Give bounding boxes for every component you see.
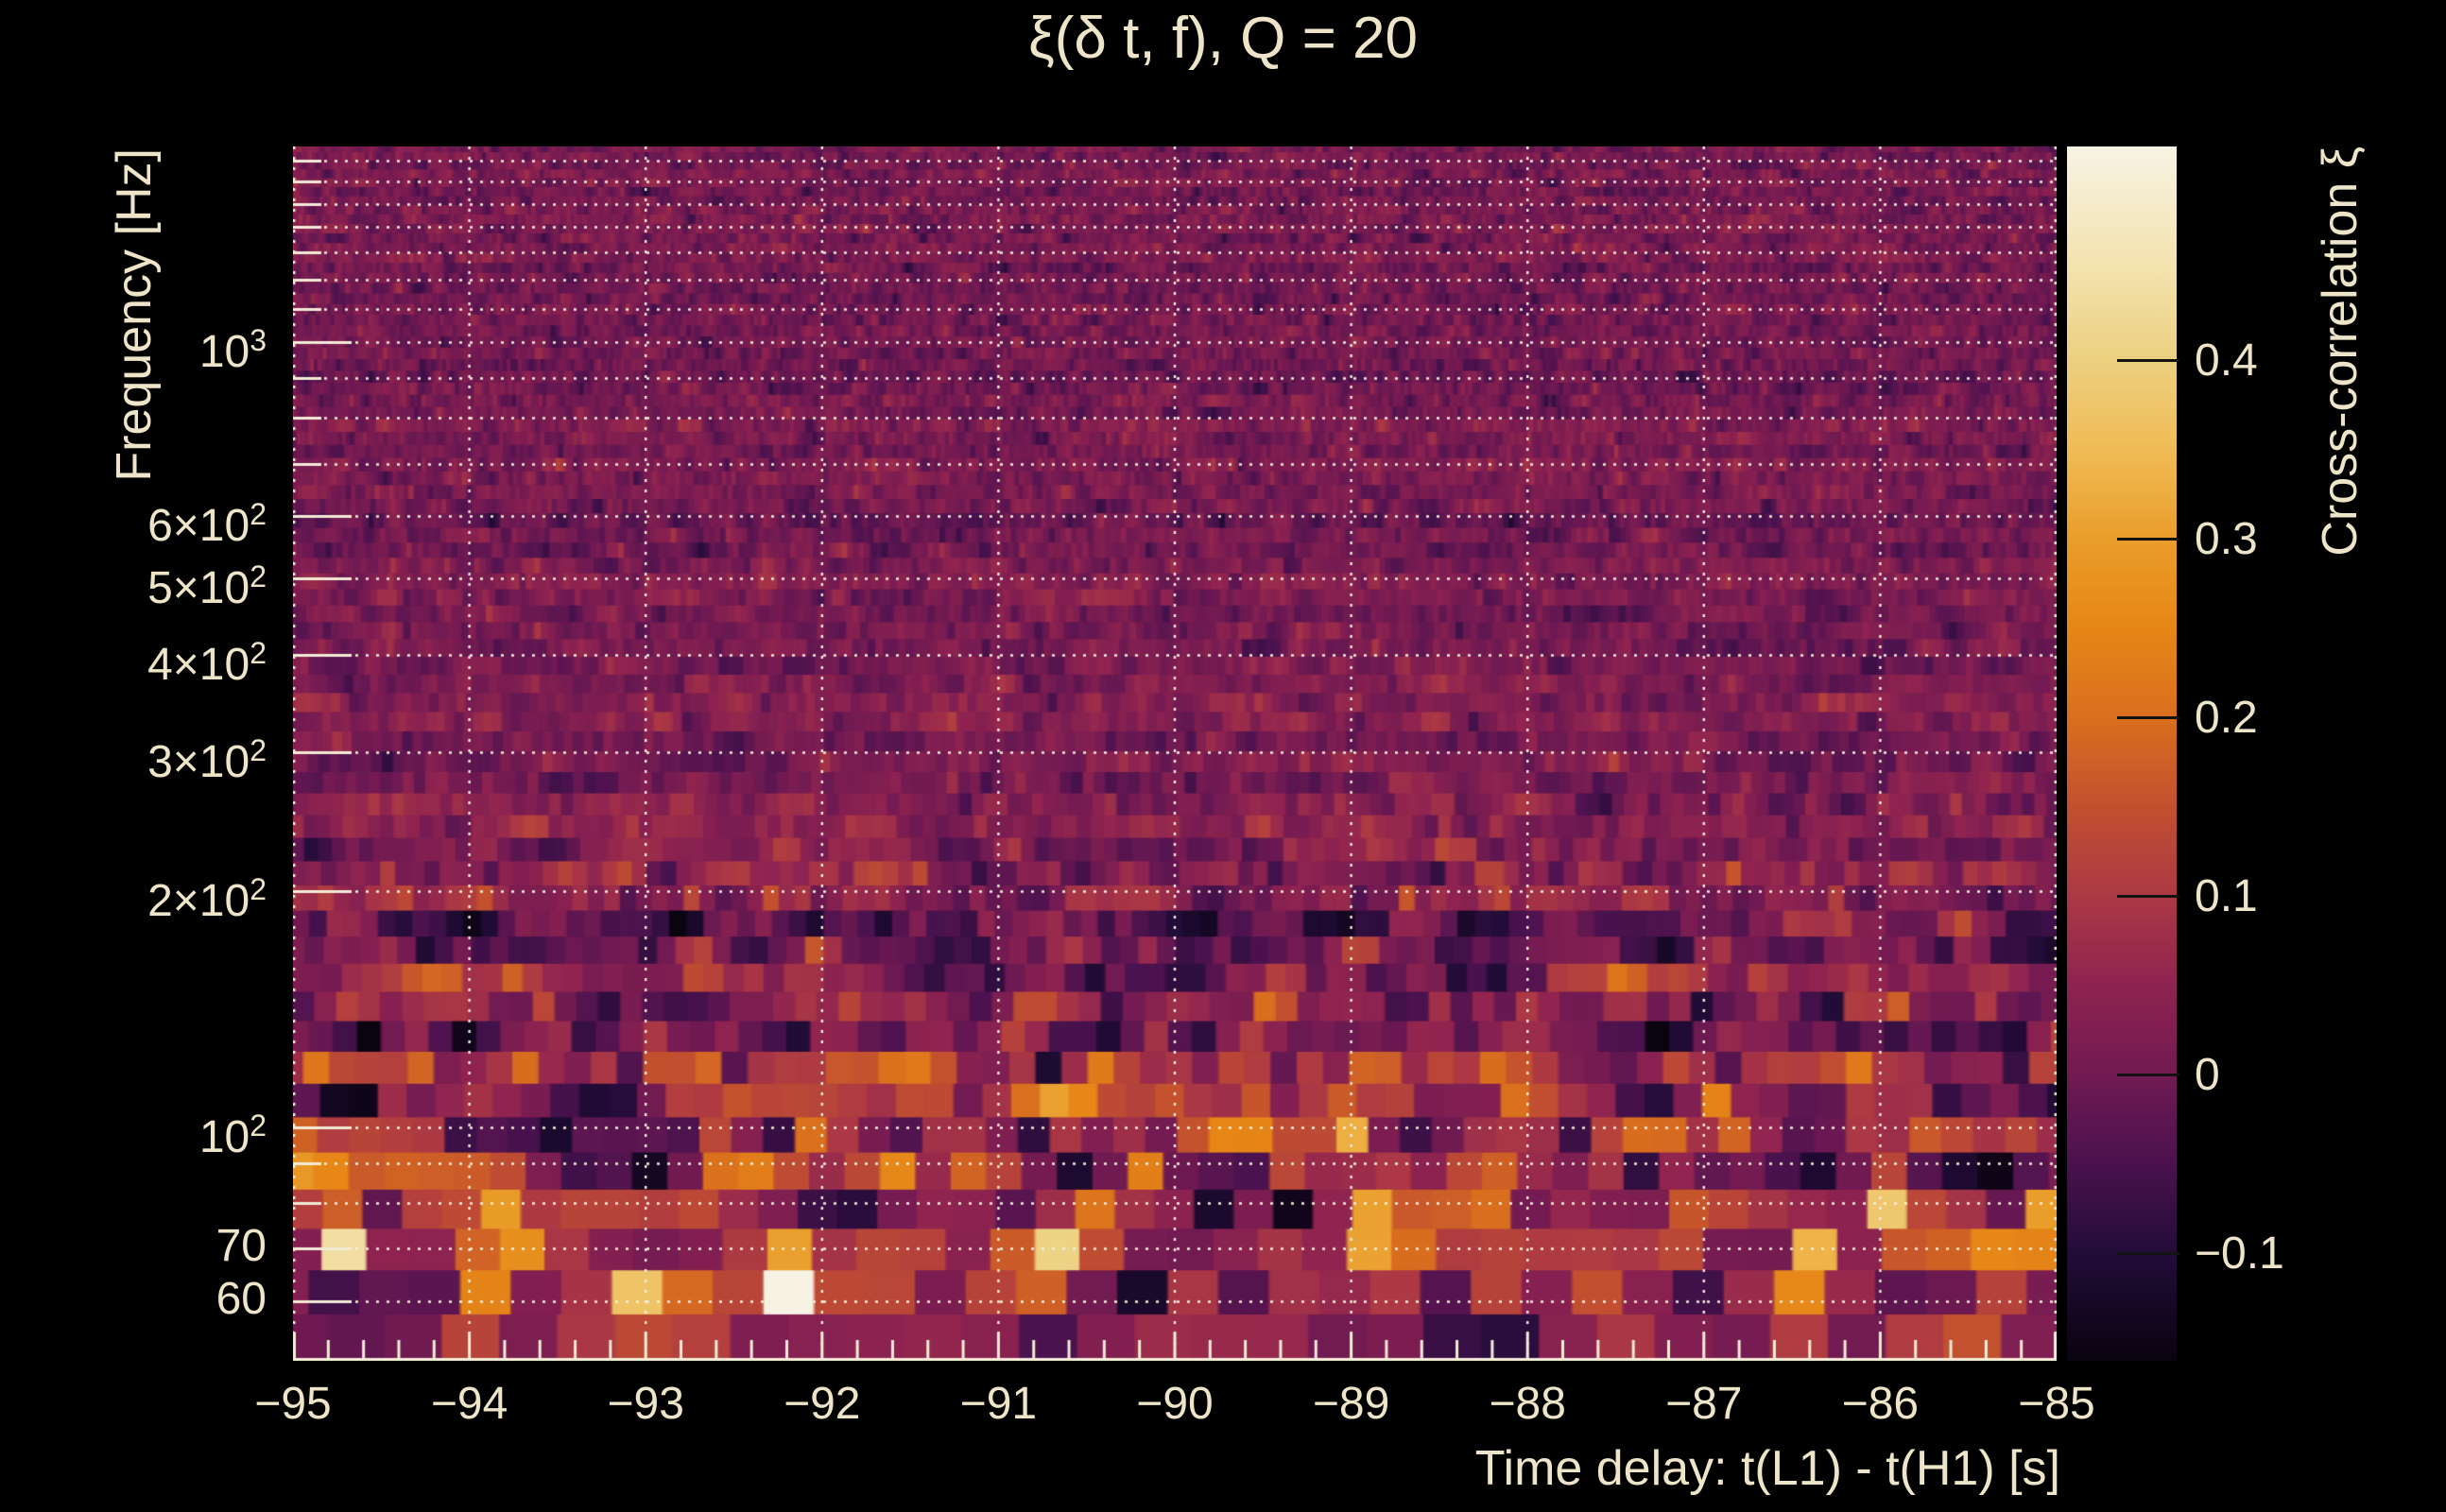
x-tick-label: −87 xyxy=(1665,1379,1743,1429)
y-tick-label: 2×102 xyxy=(147,871,267,926)
colorbar-tick-mark xyxy=(2117,1074,2179,1076)
colorbar-tick-mark xyxy=(2117,359,2179,362)
y-tick-label: 103 xyxy=(198,322,267,377)
colorbar-tick-label: 0.2 xyxy=(2195,692,2258,743)
x-tick-label: −89 xyxy=(1312,1379,1390,1429)
colorbar-tick-label: −0.1 xyxy=(2195,1228,2284,1279)
heatmap-canvas xyxy=(293,146,2057,1361)
y-tick-label: 5×102 xyxy=(147,558,267,613)
x-tick-label: −92 xyxy=(784,1379,861,1429)
x-tick-label: −85 xyxy=(2018,1379,2095,1429)
colorbar-tick-mark xyxy=(2117,1252,2179,1255)
plot-title: ξ(δ t, f), Q = 20 xyxy=(1028,6,1418,71)
colorbar-tick-mark xyxy=(2117,895,2179,898)
x-tick-label: −86 xyxy=(1841,1379,1920,1429)
x-axis-title: Time delay: t(L1) - t(H1) [s] xyxy=(1474,1441,2060,1496)
colorbar-tick-label: 0.3 xyxy=(2195,513,2258,564)
x-tick-label: −93 xyxy=(607,1379,684,1429)
colorbar-gradient xyxy=(2067,146,2177,1361)
x-tick-label: −88 xyxy=(1489,1379,1566,1429)
colorbar-tick-mark xyxy=(2117,716,2179,719)
y-tick-label: 70 xyxy=(215,1221,267,1272)
y-tick-label: 3×102 xyxy=(147,733,267,788)
x-tick-label: −95 xyxy=(254,1379,332,1429)
x-tick-label: −90 xyxy=(1136,1379,1214,1429)
y-tick-label: 60 xyxy=(215,1274,267,1325)
x-tick-label: −94 xyxy=(430,1379,508,1429)
x-tick-label: −91 xyxy=(959,1379,1038,1429)
colorbar-tick-label: 0.1 xyxy=(2195,870,2258,921)
colorbar-title: Cross-correlation ξ xyxy=(2313,146,2368,557)
colorbar-tick-label: 0.4 xyxy=(2195,335,2258,386)
colorbar-tick-mark xyxy=(2117,538,2179,541)
colorbar-tick-label: 0 xyxy=(2195,1049,2220,1100)
y-tick-label: 4×102 xyxy=(147,635,267,690)
qscan-figure: ξ(δ t, f), Q = 20 Frequency [Hz] Cross-c… xyxy=(0,0,2446,1512)
y-tick-label: 102 xyxy=(198,1108,267,1162)
y-tick-label: 6×102 xyxy=(147,497,267,552)
